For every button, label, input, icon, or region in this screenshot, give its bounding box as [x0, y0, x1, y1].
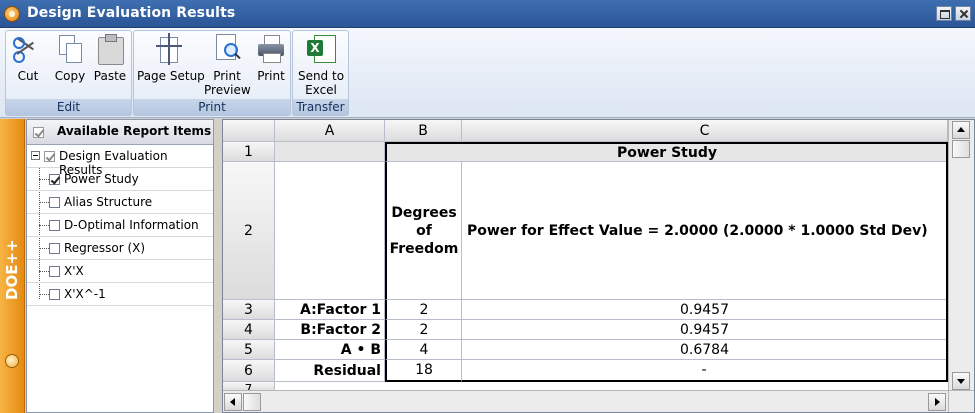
tree-item-label: Regressor (X): [64, 241, 146, 255]
close-icon[interactable]: [955, 6, 971, 21]
copy-icon: [55, 33, 85, 65]
app-icon[interactable]: [4, 6, 20, 22]
table-row-power[interactable]: -: [462, 360, 948, 382]
window-title: Design Evaluation Results: [27, 5, 236, 21]
print-preview-icon: [212, 33, 242, 65]
column-header-c[interactable]: C: [462, 120, 948, 142]
scroll-thumb[interactable]: [243, 393, 261, 411]
table-row-term[interactable]: Residual: [275, 360, 385, 382]
cell-a2[interactable]: [275, 162, 385, 300]
table-row-df[interactable]: 18: [385, 360, 462, 382]
tree-checkbox[interactable]: [49, 289, 60, 300]
paste-button[interactable]: Paste: [92, 33, 128, 83]
scroll-up-icon[interactable]: [952, 121, 970, 139]
ribbon-group-label: Print: [134, 99, 290, 115]
ribbon-group-edit: Cut Copy Paste Edit: [5, 30, 132, 116]
restore-icon[interactable]: [936, 6, 952, 21]
corner-cell[interactable]: [223, 120, 275, 142]
scroll-left-icon[interactable]: [224, 393, 242, 411]
tree-header-label: Available Report Items: [57, 124, 212, 138]
title-bar: Design Evaluation Results: [0, 0, 975, 28]
ribbon-group-transfer: X Send to Excel Transfer: [292, 30, 349, 116]
page-setup-button[interactable]: Page Setup: [137, 33, 205, 83]
ribbon-group-label: Transfer: [293, 99, 348, 115]
cell-c2-header[interactable]: Power for Effect Value = 2.0000 (2.0000 …: [462, 162, 948, 300]
table-row-df[interactable]: 4: [385, 340, 462, 360]
clipboard-icon: [95, 33, 125, 65]
scroll-thumb[interactable]: [952, 140, 970, 158]
table-row-term[interactable]: A:Factor 1: [275, 300, 385, 320]
tree-item-label: Alias Structure: [64, 195, 153, 209]
excel-icon: X: [306, 33, 336, 65]
table-row-power[interactable]: 0.6784: [462, 340, 948, 360]
row-header[interactable]: 2: [223, 162, 275, 300]
cell-a1[interactable]: [275, 142, 385, 162]
tree-header: Available Report Items: [27, 120, 213, 145]
table-row-power[interactable]: 0.9457: [462, 320, 948, 340]
tree-item-label: X'X: [64, 264, 84, 278]
tree-checkbox[interactable]: [49, 197, 60, 208]
copy-button[interactable]: Copy: [52, 33, 88, 83]
cut-button[interactable]: Cut: [10, 33, 46, 83]
column-header-a[interactable]: A: [275, 120, 385, 142]
brand-label: DOE++: [3, 239, 21, 300]
cell-b1-title[interactable]: Power Study: [385, 142, 948, 162]
tree-item-xtx-inverse[interactable]: X'X^-1: [27, 283, 213, 306]
printer-icon: [256, 33, 286, 65]
table-row-df[interactable]: 2: [385, 300, 462, 320]
report-items-tree: Available Report Items Design Evaluation…: [26, 119, 214, 413]
tree-item-alias-structure[interactable]: Alias Structure: [27, 191, 213, 214]
tree-checkbox[interactable]: [49, 220, 60, 231]
tree-checkbox[interactable]: [44, 151, 55, 162]
tree-item-xtx[interactable]: X'X: [27, 260, 213, 283]
row-header[interactable]: 4: [223, 320, 275, 340]
ribbon-group-print: Page Setup Print Preview Print Print: [133, 30, 291, 116]
scroll-down-icon[interactable]: [952, 372, 970, 390]
scroll-corner: [948, 390, 974, 412]
print-button[interactable]: Print: [254, 33, 288, 83]
tree-item-regressor[interactable]: Regressor (X): [27, 237, 213, 260]
table-row-term[interactable]: A • B: [275, 340, 385, 360]
tree-checkbox[interactable]: [49, 243, 60, 254]
row-header[interactable]: 3: [223, 300, 275, 320]
tree-node-root[interactable]: Design Evaluation Results: [27, 145, 213, 177]
tree-item-power-study[interactable]: Power Study: [27, 168, 213, 191]
tree-item-label: D-Optimal Information: [64, 218, 199, 232]
tree-item-label: X'X^-1: [64, 287, 106, 301]
row-header[interactable]: 6: [223, 360, 275, 382]
scroll-right-icon[interactable]: [928, 393, 946, 411]
select-all-checkbox[interactable]: [33, 127, 44, 138]
tree-checkbox[interactable]: [49, 266, 60, 277]
ribbon-group-label: Edit: [6, 99, 131, 115]
scissors-icon: [13, 33, 43, 65]
row-header[interactable]: 5: [223, 340, 275, 360]
column-header-b[interactable]: B: [385, 120, 462, 142]
row-header[interactable]: 1: [223, 142, 275, 162]
cell-b2-header[interactable]: Degrees of Freedom: [385, 162, 462, 300]
spreadsheet-grid: A B C 1 2 3 4 5 6 7 Power Study Degrees …: [222, 119, 975, 413]
tree-item-d-optimal-information[interactable]: D-Optimal Information: [27, 214, 213, 237]
table-row-df[interactable]: 2: [385, 320, 462, 340]
tree-item-label: Power Study: [64, 172, 139, 186]
ribbon: Cut Copy Paste Edit Page Setup Print Pre…: [0, 28, 975, 118]
brand-logo-icon: [5, 354, 19, 368]
vertical-scrollbar[interactable]: [948, 120, 974, 392]
table-row-power[interactable]: 0.9457: [462, 300, 948, 320]
table-row-term[interactable]: B:Factor 2: [275, 320, 385, 340]
collapse-icon[interactable]: [31, 151, 40, 160]
page-setup-icon: [154, 33, 184, 65]
horizontal-scrollbar[interactable]: [223, 390, 948, 412]
send-to-excel-button[interactable]: X Send to Excel: [296, 33, 346, 97]
tree-checkbox[interactable]: [49, 174, 60, 185]
print-preview-button[interactable]: Print Preview: [204, 33, 251, 97]
